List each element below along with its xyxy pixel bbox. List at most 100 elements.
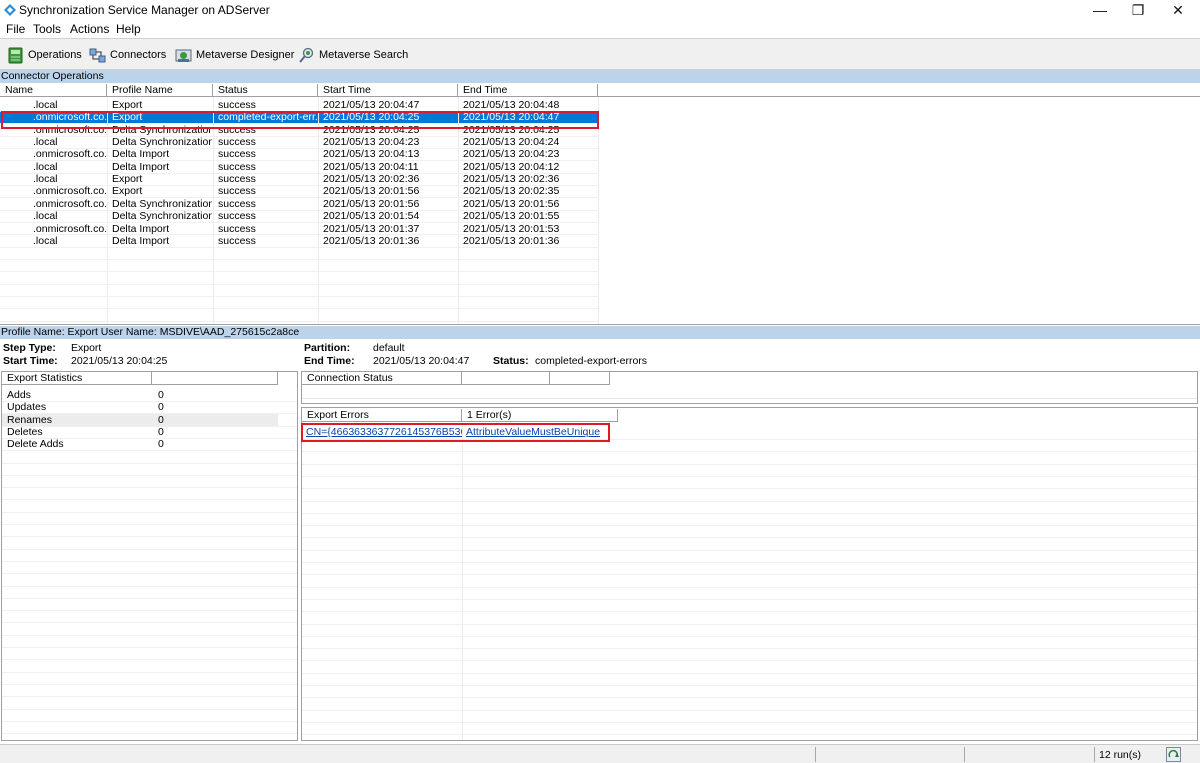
stats-rowline <box>2 671 297 673</box>
export-errors-panel[interactable]: Export Errors 1 Error(s) CN={46636336377… <box>301 407 1198 741</box>
connection-status-col2 <box>462 372 550 385</box>
cell-start: 2021/05/13 20:04:23 <box>323 136 420 149</box>
restore-button[interactable]: ❐ <box>1116 0 1160 20</box>
stats-rowline <box>2 647 297 648</box>
col-header-status[interactable]: Status <box>213 84 318 97</box>
cell-profile: Delta Synchronization <box>112 136 212 149</box>
cell-profile: Export <box>112 111 143 124</box>
cell-status: success <box>218 136 256 149</box>
operations-button[interactable]: Operations <box>7 44 82 66</box>
cell-profile: Delta Import <box>112 148 170 161</box>
connection-status-rowline <box>302 398 1197 399</box>
export-statistics-value-header <box>152 372 278 385</box>
cell-end: 2021/05/13 20:01:36 <box>463 234 560 247</box>
cell-status: success <box>218 173 256 186</box>
operation-row[interactable]: .onmicrosoft.co... Export success 2021/05/1… <box>0 185 598 197</box>
operation-row[interactable]: .onmicrosoft.co... Delta Import success 202… <box>0 223 598 235</box>
operation-row[interactable]: .local Delta Synchronization success 2021/0… <box>0 136 598 148</box>
connectors-button[interactable]: Connectors <box>89 44 166 66</box>
grid-rowline <box>0 222 598 223</box>
errors-rowline <box>302 598 1197 600</box>
errors-rowline <box>302 586 1197 588</box>
metaverse-designer-label: Metaverse Designer <box>196 49 295 61</box>
operation-row[interactable]: .onmicrosoft.co... Delta Synchronization s… <box>0 124 598 136</box>
cell-name: .onmicrosoft.co... <box>33 148 106 161</box>
connection-status-panel[interactable]: Connection Status <box>301 371 1198 404</box>
close-button[interactable]: ✕ <box>1156 0 1200 20</box>
cell-name: .onmicrosoft.co... <box>33 185 106 198</box>
operation-row[interactable]: .local Delta Import success 2021/05/13 20:0… <box>0 235 598 247</box>
stats-rowline <box>2 585 297 587</box>
statistic-row[interactable]: Delete Adds 0 <box>2 438 278 450</box>
connection-status-col3 <box>550 372 610 385</box>
errors-rowline <box>302 562 1197 563</box>
errors-rowline <box>302 500 1197 502</box>
errors-rowline <box>302 709 1197 711</box>
col-header-start-time[interactable]: Start Time <box>318 84 458 97</box>
errors-rowline <box>302 475 1197 477</box>
cell-name: .onmicrosoft.co... <box>33 222 106 235</box>
statistic-row[interactable]: Adds 0 <box>2 389 278 401</box>
export-error-row[interactable]: CN={4663633637726145376B536... Attribute… <box>302 426 1197 438</box>
connector-operations-grid[interactable]: Name Profile Name Status Start Time End … <box>0 84 1200 325</box>
col-header-profile-name[interactable]: Profile Name <box>107 84 213 97</box>
stats-rowline <box>2 560 297 562</box>
menu-help[interactable]: Help <box>116 22 141 36</box>
cell-start: 2021/05/13 20:01:37 <box>323 222 420 235</box>
grid-rowline <box>0 271 598 273</box>
cell-start: 2021/05/13 20:01:56 <box>323 197 420 210</box>
stats-rowline <box>2 634 297 636</box>
cell-name: .local <box>33 160 58 173</box>
errors-rowline <box>302 488 1197 490</box>
cell-end: 2021/05/13 20:04:23 <box>463 148 560 161</box>
operation-row[interactable]: .local Delta Synchronization success 2021/0… <box>0 210 598 222</box>
cell-status: success <box>218 185 256 198</box>
menu-file[interactable]: File <box>6 22 25 36</box>
stats-rowline <box>2 413 297 415</box>
export-statistics-panel[interactable]: Export Statistics Adds 0 Updates 0 Renames 0 D… <box>1 371 298 741</box>
operation-row[interactable]: .local Export success 2021/05/13 20:02:36 20… <box>0 173 598 185</box>
errors-rowline <box>302 648 1197 650</box>
cell-profile: Export <box>112 173 143 186</box>
cell-status: success <box>218 210 256 223</box>
errors-rowline <box>302 721 1197 723</box>
menu-tools[interactable]: Tools <box>33 22 61 36</box>
errors-rowline <box>302 623 1197 625</box>
statistic-row[interactable]: Renames 0 <box>2 413 278 426</box>
metaverse-search-button[interactable]: Metaverse Search <box>298 44 408 66</box>
operation-row[interactable]: .local Export success 2021/05/13 20:04:47 20… <box>0 99 598 111</box>
stats-rowline <box>2 401 297 402</box>
cell-end: 2021/05/13 20:04:12 <box>463 160 560 173</box>
statistic-value: 0 <box>158 438 164 451</box>
errors-rowline <box>302 463 1197 465</box>
cell-status: success <box>218 160 256 173</box>
grid-rowline <box>0 308 598 310</box>
grid-rowline <box>0 147 598 149</box>
cell-status: success <box>218 197 256 210</box>
operation-row[interactable]: .onmicrosoft.co... Delta Synchronization s… <box>0 198 598 210</box>
menu-actions[interactable]: Actions <box>70 22 109 36</box>
metaverse-designer-button[interactable]: Metaverse Designer <box>175 44 294 66</box>
errors-rowline <box>302 439 1197 440</box>
col-header-end-time[interactable]: End Time <box>458 84 598 97</box>
operation-row[interactable]: .local Delta Import success 2021/05/13 20:0… <box>0 161 598 173</box>
cell-start: 2021/05/13 20:04:47 <box>323 99 420 111</box>
refresh-status-icon[interactable] <box>1166 747 1181 762</box>
errors-column-divider <box>462 422 463 740</box>
export-error-dn-link[interactable]: CN={4663633637726145376B536... <box>306 426 462 438</box>
operation-row[interactable]: .onmicrosoft.co... Export completed-export… <box>0 111 598 124</box>
end-time-label: End Time: <box>304 355 355 367</box>
export-error-type-link[interactable]: AttributeValueMustBeUnique <box>466 426 616 438</box>
col-header-name[interactable]: Name <box>0 84 107 97</box>
cell-end: 2021/05/13 20:04:25 <box>463 123 560 136</box>
errors-rowline <box>302 537 1197 539</box>
export-errors-header: Export Errors <box>302 409 462 422</box>
partition-label: Partition: <box>304 342 351 354</box>
statistic-row[interactable]: Updates 0 <box>2 401 278 413</box>
statistic-value: 0 <box>158 389 164 401</box>
statistic-row[interactable]: Deletes 0 <box>2 426 278 438</box>
stats-rowline <box>2 462 297 464</box>
toolbar: Operations Connectors Metaverse Designer… <box>0 38 1200 70</box>
statistic-label: Delete Adds <box>7 438 64 451</box>
operation-row[interactable]: .onmicrosoft.co... Delta Import success 202… <box>0 148 598 160</box>
